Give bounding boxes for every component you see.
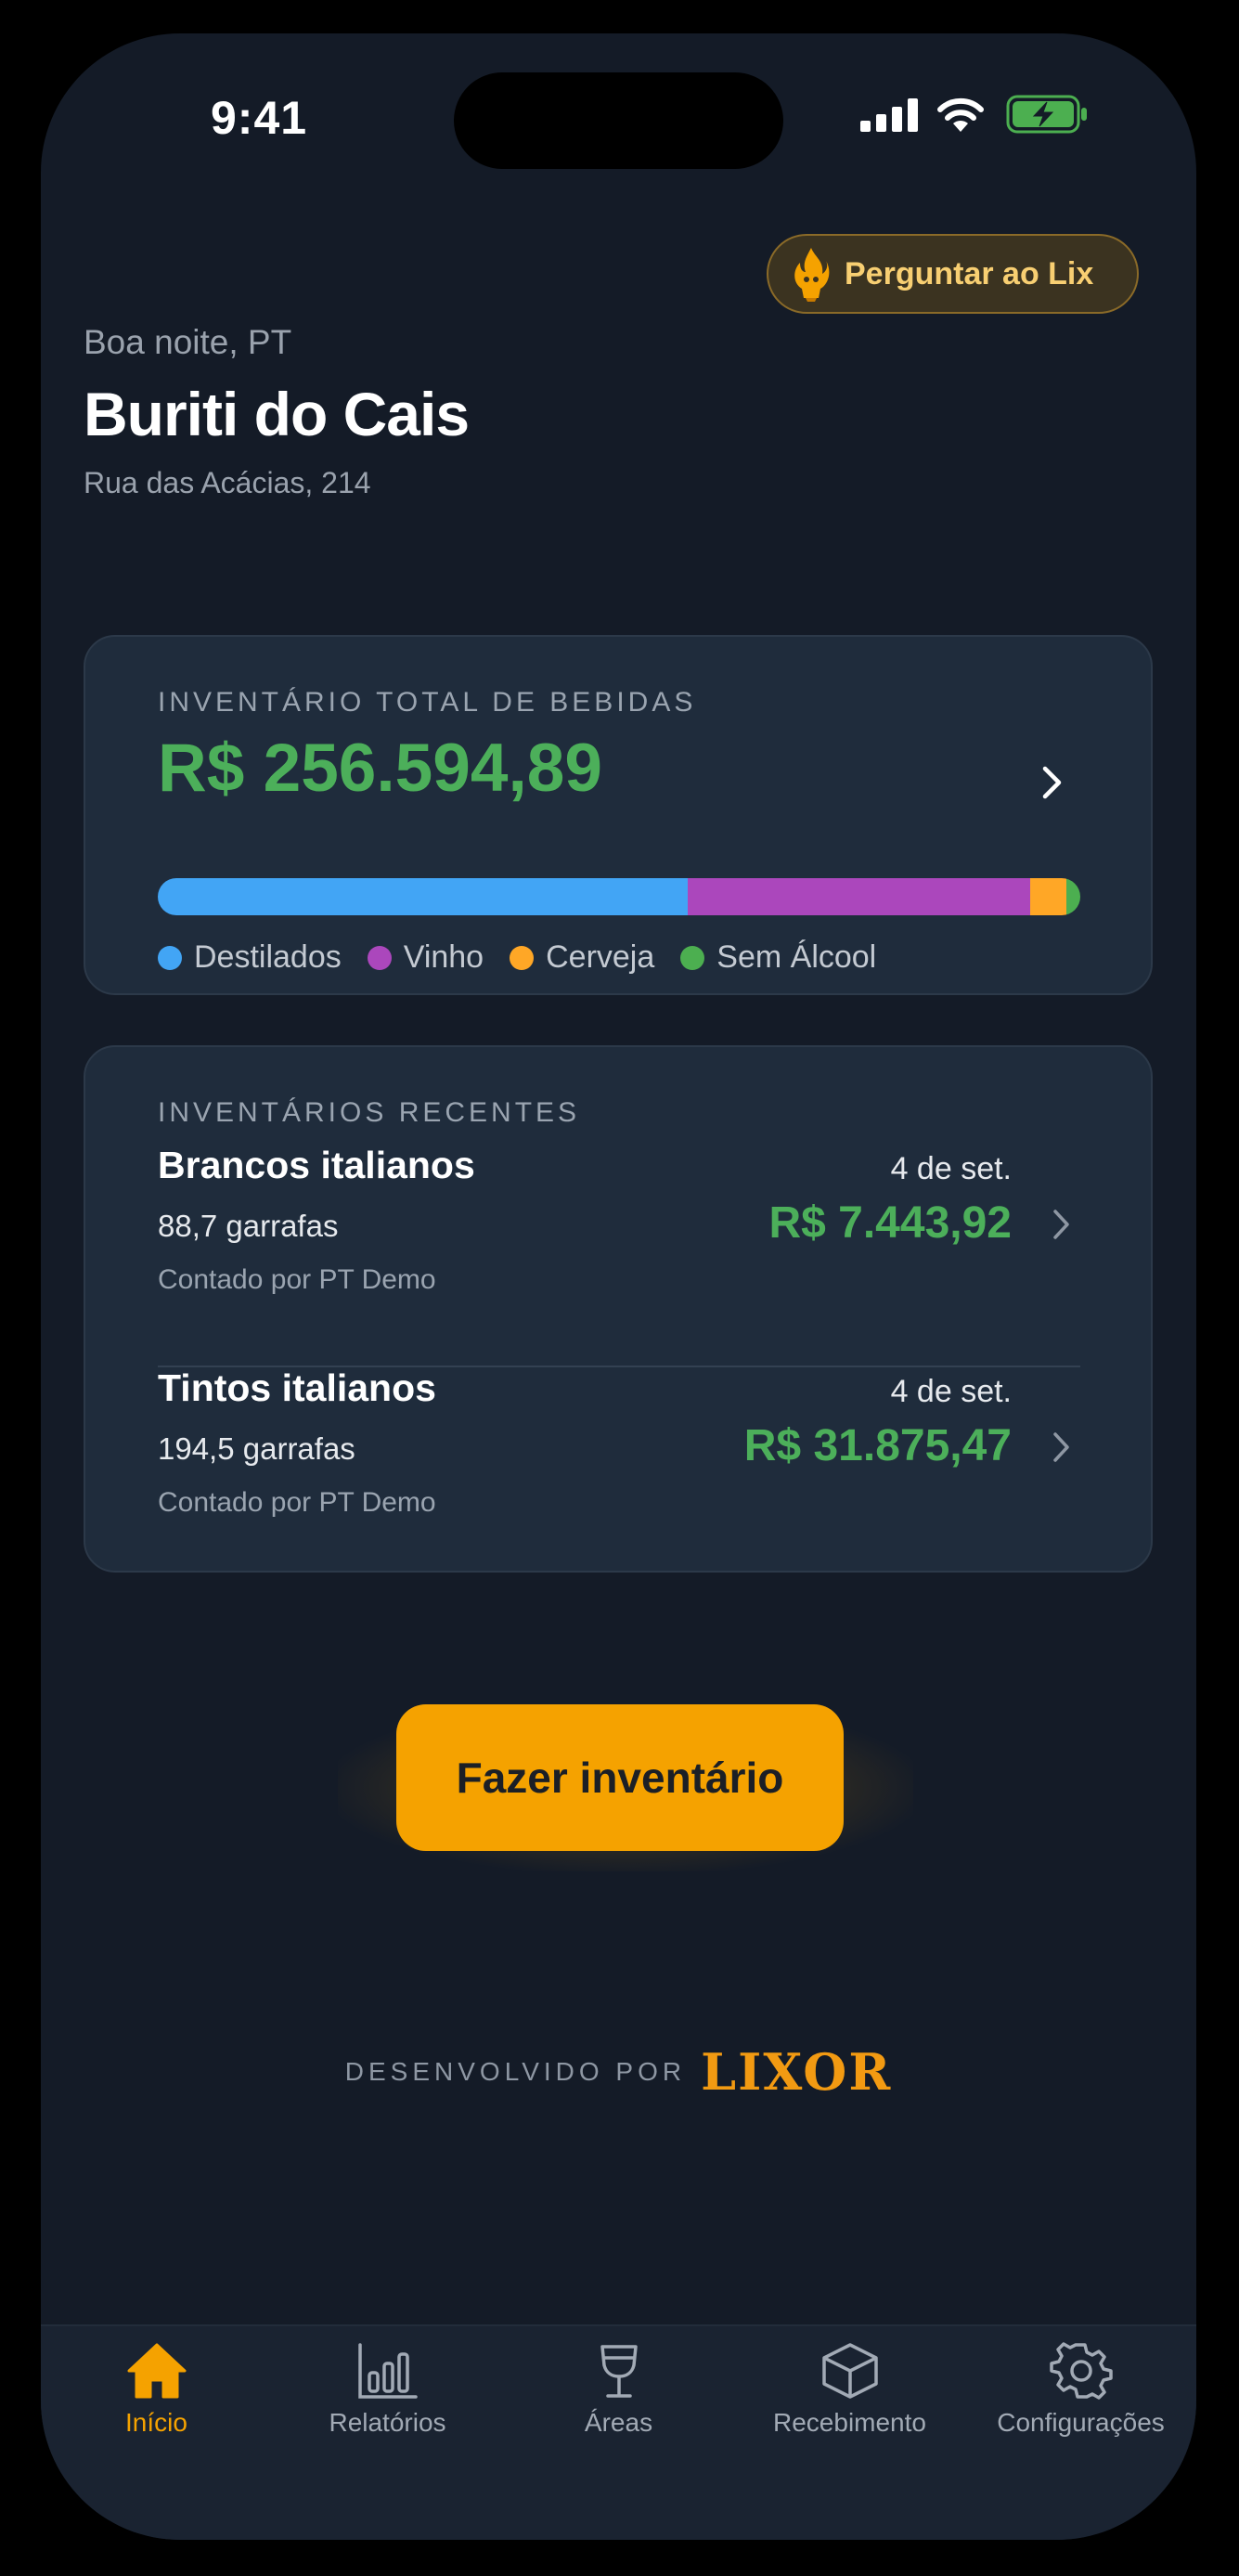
breakdown-segment bbox=[158, 878, 688, 915]
inventory-quantity: 194,5 garrafas bbox=[158, 1431, 355, 1466]
inventory-total-card[interactable]: INVENTÁRIO TOTAL DE BEBIDAS R$ 256.594,8… bbox=[84, 635, 1153, 995]
inventory-total-value: R$ 256.594,89 bbox=[158, 731, 602, 806]
recent-inventory-row[interactable]: Brancos italianos 88,7 garrafas Contado … bbox=[158, 1144, 1080, 1348]
breakdown-segment bbox=[687, 878, 1031, 915]
ask-lix-button[interactable]: Perguntar ao Lix bbox=[767, 234, 1139, 314]
ask-lix-label: Perguntar ao Lix bbox=[845, 255, 1094, 291]
category-breakdown-bar bbox=[158, 878, 1080, 915]
venue-name: Buriti do Cais bbox=[84, 380, 470, 448]
tab-inicio[interactable]: Início bbox=[41, 2326, 272, 2540]
dynamic-island bbox=[454, 72, 783, 169]
legend-item: Sem Álcool bbox=[680, 939, 876, 976]
venue-address: Rua das Acácias, 214 bbox=[84, 466, 371, 499]
battery-charging-icon bbox=[1006, 95, 1087, 134]
inventory-total-caption: INVENTÁRIO TOTAL DE BEBIDAS bbox=[158, 687, 697, 718]
legend-label: Destilados bbox=[194, 939, 342, 975]
recent-inventories-card: INVENTÁRIOS RECENTES Brancos italianos 8… bbox=[84, 1045, 1153, 1573]
box-icon bbox=[821, 2343, 878, 2399]
legend-dot bbox=[680, 945, 705, 970]
cellular-signal-icon bbox=[860, 98, 918, 132]
chevron-right-icon bbox=[1053, 1432, 1069, 1462]
status-time: 9:41 bbox=[211, 92, 308, 144]
category-legend: Destilados Vinho Cerveja Sem Álcool bbox=[158, 939, 902, 976]
take-inventory-button[interactable]: Fazer inventário bbox=[396, 1704, 844, 1851]
legend-label: Cerveja bbox=[546, 939, 655, 975]
tab-label: Início bbox=[125, 2408, 187, 2437]
tab-label: Recebimento bbox=[773, 2408, 926, 2437]
breakdown-segment bbox=[1030, 878, 1067, 915]
wifi-icon bbox=[937, 97, 984, 132]
breakdown-segment bbox=[1066, 878, 1080, 915]
legend-item: Cerveja bbox=[510, 939, 654, 976]
tab-label: Áreas bbox=[584, 2408, 653, 2437]
inventory-counted-by: Contado por PT Demo bbox=[158, 1264, 436, 1295]
tab-bar: Início Relatórios Áreas Recebimento Conf… bbox=[41, 2324, 1196, 2540]
legend-dot bbox=[510, 945, 535, 970]
tab-recebimento[interactable]: Recebimento bbox=[734, 2326, 965, 2540]
credit-caption: DESENVOLVIDO POR bbox=[344, 2057, 687, 2086]
lixor-logo: LIXOR bbox=[701, 2042, 893, 2102]
gear-icon bbox=[1049, 2342, 1113, 2400]
tab-label: Relatórios bbox=[329, 2408, 446, 2437]
bar-chart-icon bbox=[357, 2343, 418, 2399]
legend-label: Vinho bbox=[403, 939, 484, 975]
inventory-value: R$ 7.443,92 bbox=[768, 1198, 1012, 1248]
wine-glass-icon bbox=[600, 2345, 638, 2398]
phone-screen: 9:41 Perguntar ao Lix Boa noite, PT Buri… bbox=[41, 33, 1196, 2540]
chevron-right-icon bbox=[1053, 1210, 1069, 1239]
tab-configuracoes[interactable]: Configurações bbox=[965, 2326, 1196, 2540]
legend-item: Vinho bbox=[367, 939, 484, 976]
recent-inventory-row[interactable]: Tintos italianos 194,5 garrafas Contado … bbox=[158, 1366, 1080, 1571]
inventory-date: 4 de set. bbox=[890, 1151, 1012, 1186]
inventory-date: 4 de set. bbox=[890, 1374, 1012, 1409]
inventory-counted-by: Contado por PT Demo bbox=[158, 1487, 436, 1518]
legend-dot bbox=[158, 945, 182, 970]
tab-areas[interactable]: Áreas bbox=[503, 2326, 734, 2540]
tab-relatorios[interactable]: Relatórios bbox=[272, 2326, 503, 2540]
recent-inventories-caption: INVENTÁRIOS RECENTES bbox=[158, 1097, 581, 1128]
home-icon bbox=[127, 2343, 186, 2399]
flame-mascot-icon bbox=[794, 248, 830, 302]
developer-credit: DESENVOLVIDO POR LIXOR bbox=[41, 2042, 1196, 2102]
inventory-value: R$ 31.875,47 bbox=[743, 1421, 1012, 1470]
legend-item: Destilados bbox=[158, 939, 342, 976]
chevron-right-icon bbox=[1042, 766, 1062, 799]
legend-dot bbox=[367, 945, 392, 970]
legend-label: Sem Álcool bbox=[716, 939, 877, 975]
greeting: Boa noite, PT bbox=[84, 323, 292, 361]
inventory-name: Brancos italianos bbox=[158, 1144, 475, 1186]
inventory-quantity: 88,7 garrafas bbox=[158, 1209, 339, 1243]
tab-label: Configurações bbox=[997, 2408, 1165, 2437]
inventory-name: Tintos italianos bbox=[158, 1366, 436, 1409]
